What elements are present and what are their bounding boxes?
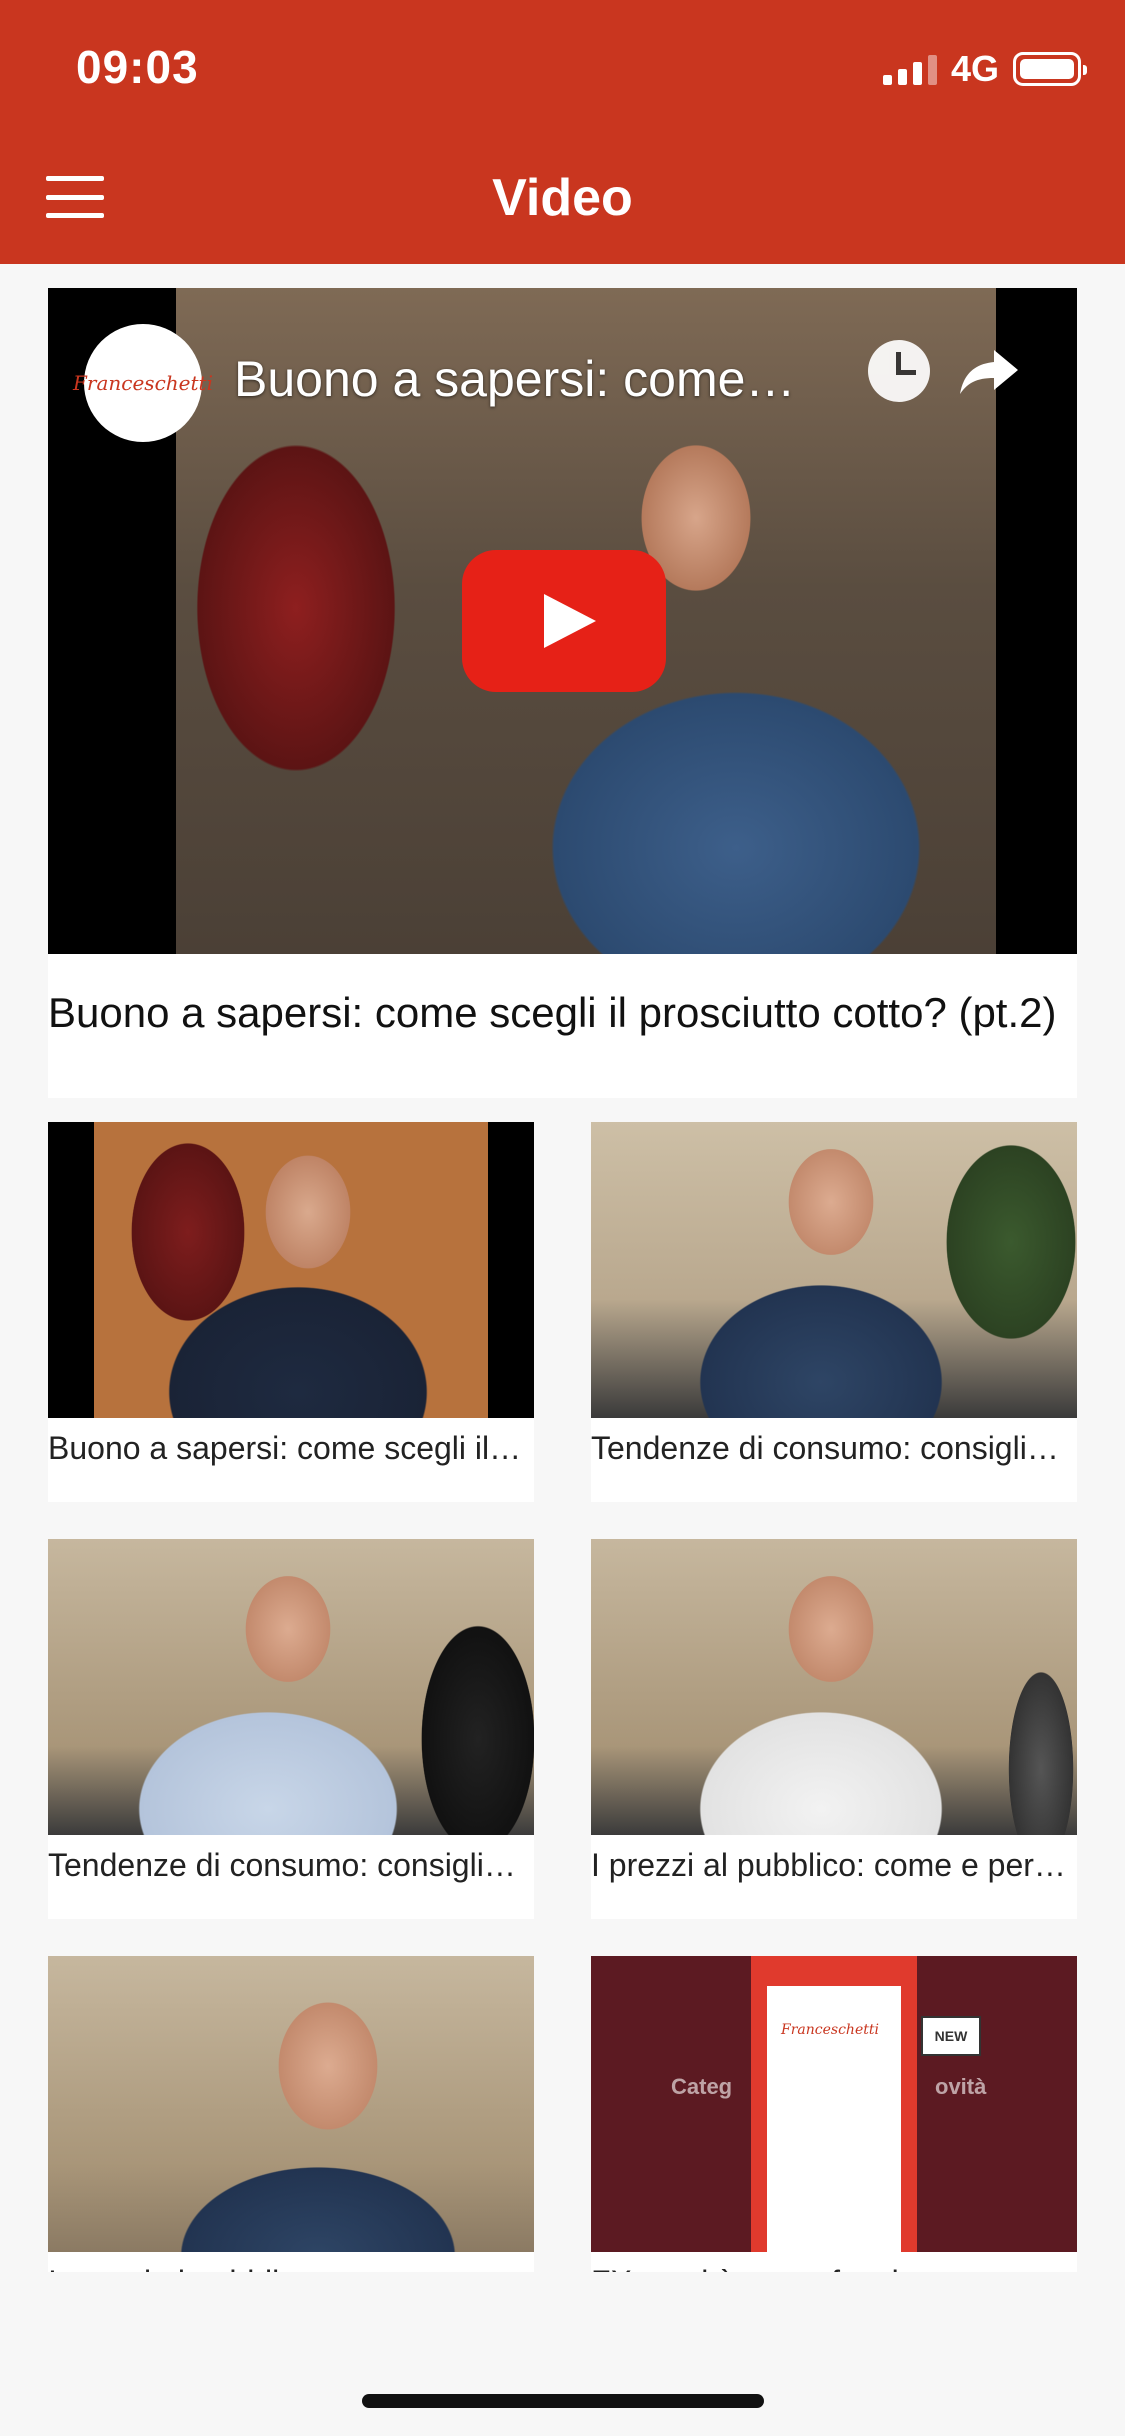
video-thumbnail[interactable] [591,1122,1077,1418]
channel-avatar[interactable]: Franceschetti [73,324,213,442]
featured-video-title[interactable]: Buono a sapersi: come scegli il prosciut… [48,988,1077,1038]
share-icon[interactable] [954,334,1024,404]
battery-icon [1013,52,1087,86]
app-bar: 09:03 4G Video [0,0,1125,264]
status-indicators: 4G [882,48,1087,90]
video-card[interactable]: Tendenze di consumo: consigli… [48,1539,534,1919]
video-thumbnail[interactable]: Franceschetti NEW Categ ovità [591,1956,1077,2252]
play-button[interactable] [462,550,666,692]
video-overlay-title[interactable]: Buono a sapersi: come… [234,350,795,408]
thumbnail-text-categ: Categ [671,2074,733,2099]
video-thumbnail[interactable] [48,1539,534,1835]
thumbnail-logo: Franceschetti [781,2022,879,2038]
video-thumbnail[interactable] [48,1122,534,1418]
video-card[interactable]: Buono a sapersi: come scegli il… [48,1122,534,1502]
video-player[interactable]: Franceschetti Buono a sapersi: come… [48,288,1077,954]
app-preview-phone: Franceschetti [761,1956,907,2252]
new-badge: NEW [921,2016,981,2056]
video-caption: Tendenze di consumo: consigli… [591,1430,1059,1466]
video-thumbnail[interactable] [591,1539,1077,1835]
network-type: 4G [950,48,999,89]
video-caption: Tendenze di consumo: consigli… [48,1847,516,1883]
thumbnail-text-novita: ovità [935,2074,987,2099]
featured-video: Franceschetti Buono a sapersi: come… Buo… [48,288,1077,1098]
video-screen: 09:03 4G Video Franceschetti Buono a sap… [0,0,1125,2436]
video-card[interactable]: I prezzi al pubblico: come e per… [591,1539,1077,1919]
home-indicator[interactable] [362,2394,764,2408]
page-title: Video [492,169,633,227]
signal-icon [882,53,937,85]
video-card[interactable]: Tendenze di consumo: consigli… [591,1122,1077,1502]
watch-later-icon[interactable] [868,340,930,402]
video-caption: Buono a sapersi: come scegli il… [48,1430,522,1466]
video-caption: I prezzi al pubblico: come e per… [591,1847,1066,1883]
bottom-safe-area [0,2272,1125,2436]
video-thumbnail[interactable] [48,1956,534,2252]
status-time: 09:03 [76,41,199,93]
